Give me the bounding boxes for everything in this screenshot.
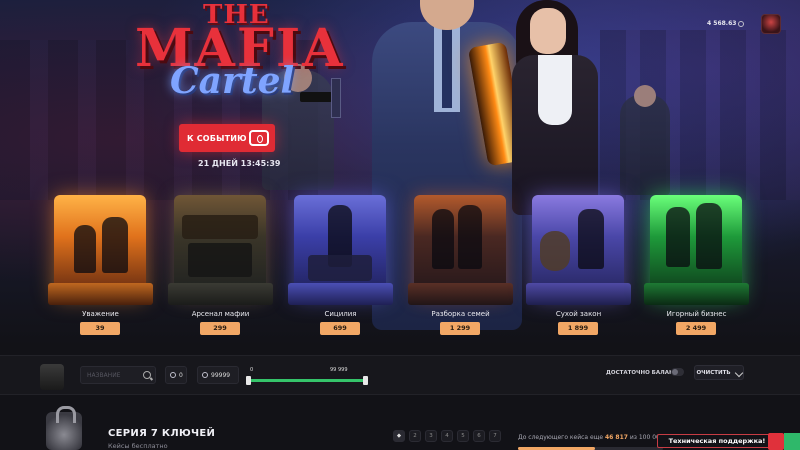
case-price: 39: [80, 322, 120, 335]
case-pedestal: [288, 283, 393, 305]
event-button[interactable]: К СОБЫТИЮ: [179, 124, 275, 152]
max-price-value: 99999: [211, 371, 231, 379]
support-button[interactable]: Техническая поддержка!: [657, 434, 777, 448]
balance-value: 4 568.63: [707, 20, 737, 27]
case-price: 1 299: [440, 322, 480, 335]
series-day: 6: [473, 430, 485, 442]
max-price-field[interactable]: 99999: [197, 366, 239, 384]
case-card[interactable]: Уважение 39: [48, 195, 153, 337]
vertical-sign-illustration: [331, 78, 341, 118]
case-name: Игорный бизнес: [666, 310, 727, 318]
support-accent-red: [768, 433, 784, 450]
event-timer: 21 ДНЕЙ 13:45:39: [198, 159, 281, 168]
gangster-right-illustration: [620, 85, 670, 195]
next-case-remaining: 46 817: [604, 434, 628, 441]
broom-icon: [734, 368, 743, 377]
case-name: Арсенал мафии: [191, 310, 250, 318]
lock-icon: [46, 406, 82, 450]
case-card[interactable]: Сицилия 699: [288, 195, 393, 337]
series-day: 4: [441, 430, 453, 442]
case-card[interactable]: Разборка семей 1 299: [408, 195, 513, 337]
series-day: 5: [457, 430, 469, 442]
case-pedestal: [408, 283, 513, 305]
case-name: Разборка семей: [431, 310, 490, 318]
clear-button-label: ОЧИСТИТЬ: [696, 369, 731, 376]
coin-icon: [202, 372, 208, 378]
gun-illustration: [300, 92, 332, 102]
next-case-prefix: До следующего кейса еще: [518, 434, 604, 441]
balance-display[interactable]: 4 568.63: [707, 20, 745, 27]
case-name: Сухой закон: [555, 310, 602, 318]
case-price: 2 499: [676, 322, 716, 335]
next-case-info: До следующего кейса еще 46 817 из 100 00…: [518, 434, 664, 441]
event-button-label: К СОБЫТИЮ: [187, 133, 247, 143]
range-max-label: 99 999: [330, 367, 348, 373]
range-slider-max-handle[interactable]: [363, 376, 368, 385]
series-title: СЕРИЯ 7 КЛЮЧЕЙ: [108, 428, 216, 439]
support-label: Техническая поддержка!: [668, 437, 766, 445]
range-slider-min-handle[interactable]: [246, 376, 251, 385]
series-days: ◆ 2 3 4 5 6 7: [393, 430, 501, 442]
coin-icon: [738, 20, 745, 27]
series-day: 7: [489, 430, 501, 442]
enough-balance-toggle[interactable]: [671, 368, 684, 376]
case-pedestal: [168, 283, 273, 305]
min-price-field[interactable]: 0: [165, 366, 187, 384]
gun-filter-icon: [40, 364, 64, 390]
case-card[interactable]: Игорный бизнес 2 499: [644, 195, 749, 337]
search-icon[interactable]: [143, 371, 151, 379]
range-min-label: 0: [250, 367, 254, 373]
series-day: 3: [425, 430, 437, 442]
case-price: 1 899: [558, 322, 598, 335]
coin-icon: [170, 372, 176, 378]
series-day: 2: [409, 430, 421, 442]
case-pedestal: [48, 283, 153, 305]
series-subtitle: Кейсы бесплатно: [108, 442, 168, 450]
price-range-slider[interactable]: [248, 379, 366, 382]
case-name: Уважение: [82, 310, 119, 318]
case-pedestal: [526, 283, 631, 305]
support-accent-green: [784, 433, 800, 450]
case-price: 299: [200, 322, 240, 335]
case-name: Сицилия: [324, 310, 357, 318]
case-pedestal: [644, 283, 749, 305]
clear-button[interactable]: ОЧИСТИТЬ: [694, 365, 744, 380]
avatar[interactable]: [761, 14, 781, 34]
event-icon: [249, 130, 269, 146]
hero-banner: THE MAFIA Cartel К СОБЫТИЮ 21 ДНЕЙ 13:45…: [0, 0, 800, 345]
case-price: 699: [320, 322, 360, 335]
logo-cartel: Cartel: [170, 60, 295, 102]
case-card[interactable]: Арсенал мафии 299: [168, 195, 273, 337]
min-price-value: 0: [179, 371, 183, 379]
woman-illustration: [512, 0, 600, 215]
series-day-1: ◆: [393, 430, 405, 442]
case-card[interactable]: Сухой закон 1 899: [526, 195, 631, 337]
